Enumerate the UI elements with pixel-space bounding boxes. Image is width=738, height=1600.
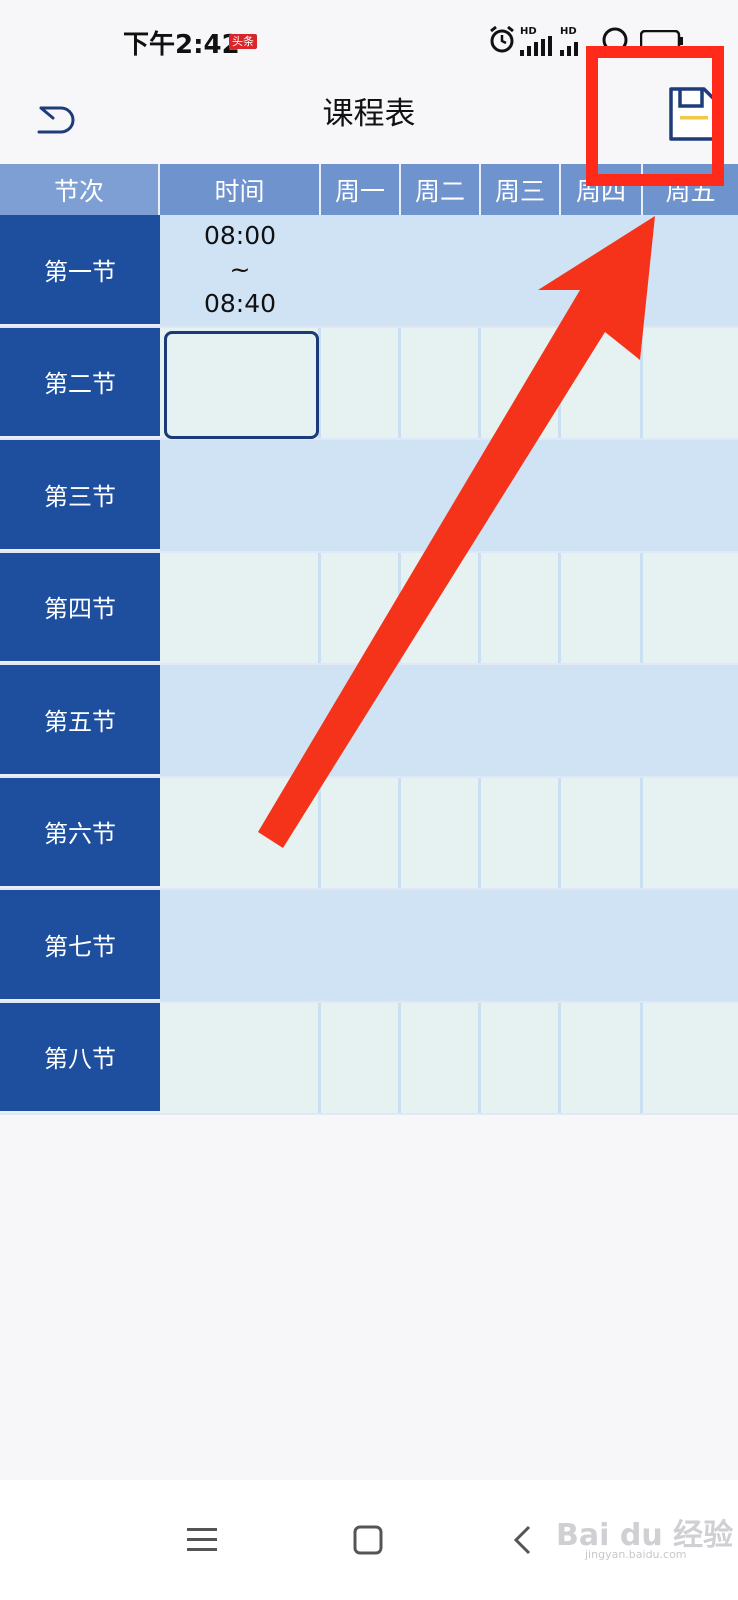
col-header-period: 节次 xyxy=(0,164,160,215)
table-row: 第二节 xyxy=(0,327,738,440)
time-start: 08:00 xyxy=(203,221,277,250)
course-cell[interactable] xyxy=(481,777,561,888)
wifi-icon xyxy=(602,27,628,53)
table-row: 第三节 xyxy=(0,440,738,553)
course-cell[interactable] xyxy=(401,327,481,438)
course-cell[interactable] xyxy=(561,327,643,438)
time-cell[interactable] xyxy=(160,552,321,663)
alarm-icon xyxy=(490,25,514,53)
col-header-fri: 周五 xyxy=(665,176,716,206)
course-cell[interactable] xyxy=(321,777,401,888)
menu-icon xyxy=(187,1528,217,1551)
signal-icon-1 xyxy=(520,36,552,56)
time-separator: ~ xyxy=(229,255,251,284)
period-label: 第七节 xyxy=(0,890,160,1001)
selected-time-cell[interactable] xyxy=(164,330,319,439)
table-header: 节次 时间 周一 周二 周三 周四 周五 xyxy=(0,164,738,215)
home-square-icon xyxy=(353,1525,383,1555)
table-row: 第一节 08:00 ~ 08:40 xyxy=(0,215,738,328)
course-cell[interactable] xyxy=(561,1002,643,1113)
course-cell[interactable] xyxy=(321,327,401,438)
course-cell[interactable] xyxy=(481,1002,561,1113)
course-cell[interactable] xyxy=(321,1002,401,1113)
period-label: 第八节 xyxy=(0,1002,160,1113)
course-cell[interactable] xyxy=(561,552,643,663)
save-floppy-icon xyxy=(669,87,719,141)
table-row: 第七节 xyxy=(0,890,738,1003)
course-cell[interactable] xyxy=(321,552,401,663)
status-time: 下午2:42 xyxy=(123,30,240,60)
course-cell[interactable] xyxy=(401,552,481,663)
course-cell[interactable] xyxy=(401,777,481,888)
period-label: 第二节 xyxy=(0,327,160,438)
schedule-table: 节次 时间 周一 周二 周三 周四 周五 第一节 08:00 ~ 08:40 第… xyxy=(0,164,738,1115)
status-icons: HD HD xyxy=(488,24,738,58)
time-cell[interactable] xyxy=(160,1002,321,1113)
nav-back-button[interactable] xyxy=(492,1510,552,1570)
status-notification-badge: 头条 xyxy=(229,34,257,49)
table-row: 第五节 xyxy=(0,665,738,778)
period-label: 第四节 xyxy=(0,552,160,663)
table-row: 第八节 xyxy=(0,1002,738,1115)
period-label: 第三节 xyxy=(0,440,160,551)
page-title: 课程表 xyxy=(322,96,416,132)
status-bar: 下午2:42 头条 HD HD xyxy=(0,0,738,80)
course-cell[interactable] xyxy=(481,327,561,438)
col-header-mon: 周一 xyxy=(321,164,401,215)
col-header-wed: 周三 xyxy=(481,164,561,215)
battery-icon xyxy=(640,30,683,52)
course-cell[interactable] xyxy=(481,552,561,663)
col-header-thu: 周四 xyxy=(561,164,643,215)
period-label: 第五节 xyxy=(0,665,160,776)
period-label: 第六节 xyxy=(0,777,160,888)
time-end: 08:40 xyxy=(203,289,277,318)
app-header: 课程表 xyxy=(0,80,738,164)
course-cell[interactable] xyxy=(561,777,643,888)
back-chevron-icon xyxy=(513,1525,531,1555)
signal-icon-2 xyxy=(560,42,578,56)
save-button[interactable] xyxy=(668,86,726,148)
watermark-url: jingyan.baidu.com xyxy=(585,1548,687,1561)
course-cell[interactable] xyxy=(401,1002,481,1113)
time-range[interactable]: 08:00 ~ 08:40 xyxy=(160,219,320,321)
table-row: 第六节 xyxy=(0,777,738,890)
period-label: 第一节 xyxy=(0,215,160,326)
menu-button[interactable] xyxy=(172,1510,232,1570)
col-header-tue: 周二 xyxy=(401,164,481,215)
home-button[interactable] xyxy=(338,1510,398,1570)
table-row: 第四节 xyxy=(0,552,738,665)
col-header-time: 时间 xyxy=(160,164,321,215)
time-cell[interactable] xyxy=(160,777,321,888)
